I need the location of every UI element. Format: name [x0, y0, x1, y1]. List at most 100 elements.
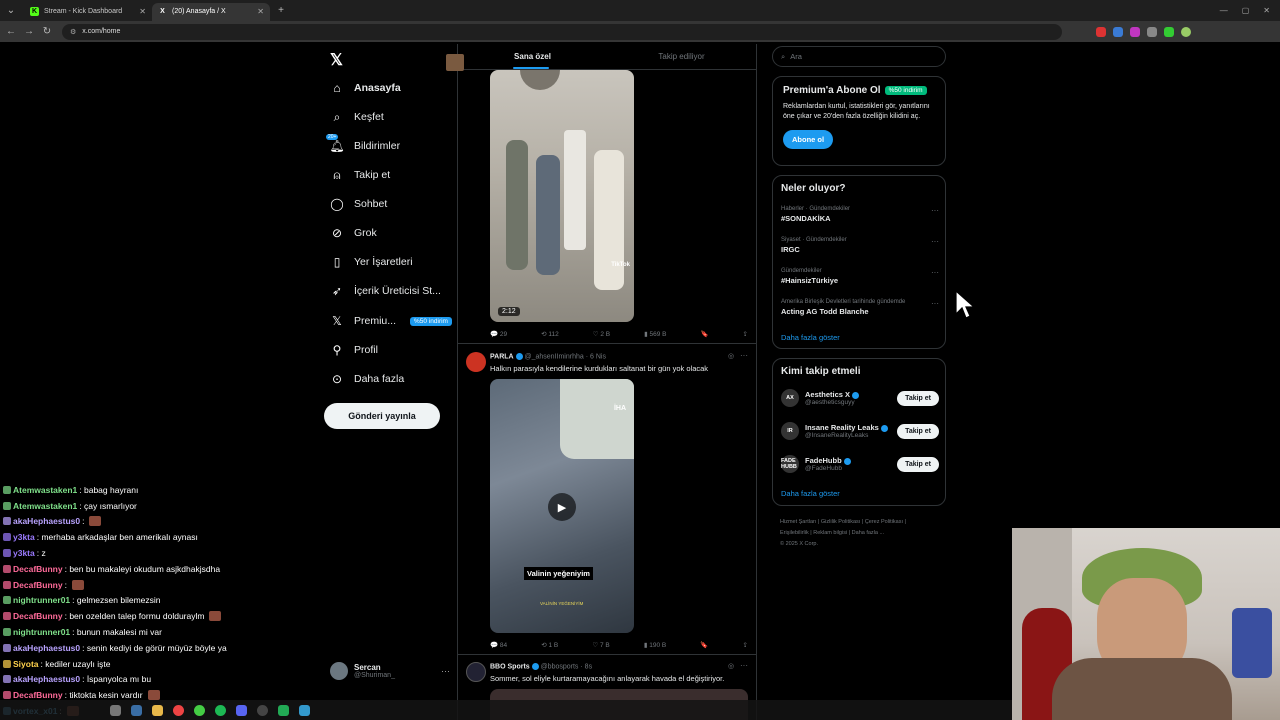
grok-icon[interactable]: ◎	[728, 352, 734, 360]
share-icon[interactable]: ⇪	[743, 641, 748, 649]
follow-button[interactable]: Takip et	[897, 390, 939, 406]
trend-item[interactable]: Amerika Birleşik Devletleri tarihinde gü…	[781, 299, 939, 316]
taskbar-app-icon[interactable]	[194, 704, 205, 716]
bookmark-icon[interactable]: 🔖	[700, 641, 708, 649]
tab-following[interactable]: Takip ediliyor	[607, 44, 756, 69]
maximize-icon[interactable]: ▢	[1242, 6, 1250, 15]
avatar[interactable]	[466, 662, 486, 682]
video-player[interactable]: TikTok 2:12	[490, 70, 634, 322]
url-field[interactable]: ⚙ x.com/home	[62, 23, 1062, 40]
tab-x-home[interactable]: X (20) Anasayfa / X ✕	[152, 2, 270, 21]
mini-avatar[interactable]	[446, 54, 464, 71]
follow-suggestion[interactable]: IR Insane Reality Leaks @InsaneRealityLea…	[781, 422, 939, 440]
repost-button[interactable]: ⟲ 1 B	[541, 641, 558, 649]
author-name[interactable]: PARLA	[490, 353, 514, 360]
chrome-icon[interactable]	[173, 704, 184, 716]
taskbar-app-icon[interactable]	[278, 704, 289, 716]
chat-username[interactable]: Siyota	[13, 659, 39, 669]
bookmark-icon[interactable]: 🔖	[700, 330, 708, 338]
chat-username[interactable]: nightrunner01	[13, 595, 70, 605]
chat-username[interactable]: akaHephaestus0	[13, 674, 80, 684]
sidebar-item-7[interactable]: ▯ Yer İşaretleri	[330, 255, 413, 269]
trend-item[interactable]: Gündemdekiler #HainsizTürkiye ···	[781, 268, 939, 285]
reply-button[interactable]: 💬 84	[490, 641, 507, 649]
more-icon[interactable]: ···	[931, 206, 939, 215]
views-button[interactable]: ▮ 190 B	[644, 641, 666, 649]
grok-icon[interactable]: ◎	[728, 662, 734, 670]
extension-icon[interactable]	[1113, 26, 1123, 37]
play-icon[interactable]: ▶	[548, 493, 576, 521]
author-name[interactable]: BBO Sports	[490, 663, 530, 670]
author-handle[interactable]: @_ahsenIIminrhha	[525, 353, 584, 360]
sidebar-item-4[interactable]: ⍝ Takip et	[330, 168, 390, 182]
extension-icon[interactable]	[1164, 26, 1174, 37]
follow-button[interactable]: Takip et	[897, 456, 939, 472]
show-more-link[interactable]: Daha fazla göster	[781, 333, 840, 342]
share-icon[interactable]: ⇪	[743, 330, 748, 338]
sidebar-item-6[interactable]: ⊘ Grok	[330, 226, 377, 240]
chat-username[interactable]: DecafBunny	[13, 611, 63, 621]
sidebar-item-8[interactable]: ➶ İçerik Üreticisi St...	[330, 284, 441, 298]
search-input[interactable]: ⌕ Ara	[772, 46, 946, 67]
chat-username[interactable]: Atemwastaken1	[13, 501, 77, 511]
footer-link[interactable]: Hizmet Şartları	[780, 519, 816, 525]
more-icon[interactable]: ···	[931, 268, 939, 277]
account-switcher[interactable]: Sercan @Shuriman_ ···	[330, 662, 450, 680]
sidebar-item-11[interactable]: ⊙ Daha fazla	[330, 372, 404, 386]
trend-item[interactable]: Siyaset · Gündemdekiler IRGC ···	[781, 237, 939, 254]
tab-list-icon[interactable]: ⌄	[4, 5, 18, 16]
like-button[interactable]: ♡ 7 B	[592, 641, 609, 649]
chat-username[interactable]: y3kta	[13, 548, 35, 558]
post-time[interactable]: 8s	[585, 663, 592, 670]
avatar[interactable]: IR	[781, 422, 799, 440]
more-icon[interactable]: ···	[931, 237, 939, 246]
post-time[interactable]: 6 Nis	[590, 353, 606, 360]
more-icon[interactable]: ···	[740, 661, 748, 670]
chat-username[interactable]: akaHephaestus0	[13, 643, 80, 653]
repost-button[interactable]: ⟲ 112	[541, 330, 559, 338]
follow-button[interactable]: Takip et	[897, 423, 939, 439]
more-icon[interactable]: ···	[740, 351, 748, 360]
author-handle[interactable]: @bbosports	[541, 663, 579, 670]
taskbar-app-icon[interactable]	[110, 704, 121, 716]
chat-username[interactable]: y3kta	[13, 532, 35, 542]
video-player[interactable]: İHA ▶ Valinin yeğeniyim VALİNİN YEĞENİYİ…	[490, 379, 634, 633]
extension-icon[interactable]	[1147, 26, 1157, 37]
trend-item[interactable]: Haberler · Gündemdekiler #SONDAKİKA ···	[781, 206, 939, 223]
obs-icon[interactable]	[257, 704, 268, 716]
footer-link[interactable]: Çerez Politikası	[865, 519, 903, 525]
footer-link[interactable]: Daha fazla ...	[852, 530, 884, 536]
extension-icon[interactable]	[1096, 26, 1106, 37]
chat-username[interactable]: DecafBunny	[13, 564, 63, 574]
reply-button[interactable]: 💬 29	[490, 330, 507, 338]
sidebar-item-5[interactable]: ◯ Sohbet	[330, 197, 387, 211]
profile-avatar-icon[interactable]	[1181, 26, 1191, 37]
like-button[interactable]: ♡ 2 B	[593, 330, 610, 338]
chat-username[interactable]: DecafBunny	[13, 690, 63, 700]
chat-username[interactable]: DecafBunny	[13, 580, 63, 590]
more-icon[interactable]: ···	[931, 299, 939, 308]
footer-link[interactable]: Reklam bilgisi	[813, 530, 847, 536]
spotify-icon[interactable]	[215, 704, 226, 716]
discord-icon[interactable]	[236, 704, 247, 716]
window-close-icon[interactable]: ✕	[1263, 6, 1270, 15]
show-more-link[interactable]: Daha fazla göster	[781, 489, 840, 498]
taskbar-app-icon[interactable]	[299, 704, 310, 716]
taskbar-app-icon[interactable]	[131, 704, 142, 716]
sidebar-item-3[interactable]: 🔔︎ 20+ Bildirimler	[326, 134, 400, 153]
avatar[interactable]	[466, 352, 486, 372]
chat-username[interactable]: nightrunner01	[13, 627, 70, 637]
sidebar-item-1[interactable]: ⌂ Anasayfa	[330, 81, 400, 95]
footer-link[interactable]: Gizlilik Politikası	[821, 519, 860, 525]
minimize-icon[interactable]: —	[1220, 6, 1228, 15]
site-info-icon[interactable]: ⚙	[70, 28, 76, 36]
reload-icon[interactable]: ↻	[40, 26, 54, 37]
sidebar-item-9[interactable]: 𝕏 Premiu... %50 indirim	[330, 314, 452, 328]
avatar[interactable]: AX	[781, 389, 799, 407]
chat-username[interactable]: akaHephaestus0	[13, 516, 80, 526]
folder-icon[interactable]	[152, 704, 163, 716]
back-icon[interactable]: ←	[4, 26, 18, 37]
follow-suggestion[interactable]: FADE HUBB FadeHubb @FadeHubb Takip et	[781, 455, 939, 473]
more-icon[interactable]: ···	[441, 666, 450, 676]
views-button[interactable]: ▮ 569 B	[644, 330, 666, 338]
